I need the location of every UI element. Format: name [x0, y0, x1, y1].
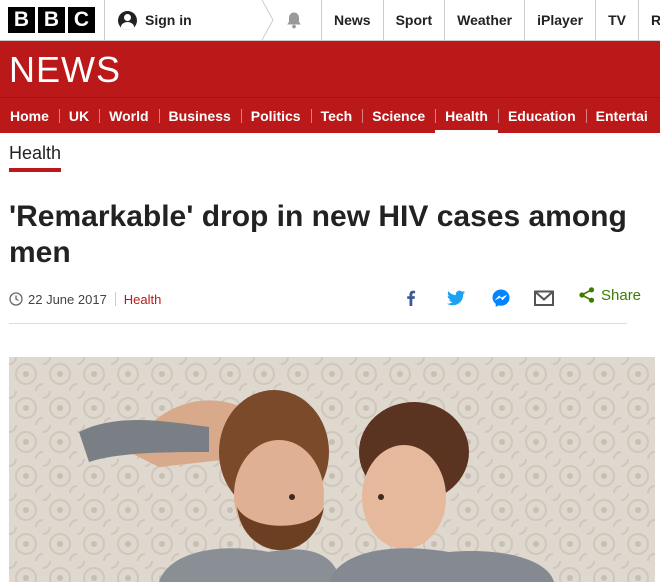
- bbc-logo[interactable]: B B C: [8, 7, 95, 33]
- section-label: Health: [9, 143, 62, 172]
- news-section-nav: Home UK World Business Politics Tech Sci…: [0, 97, 660, 134]
- article-category-link[interactable]: Health: [124, 292, 162, 307]
- meta-divider: [114, 292, 116, 306]
- section-label-text[interactable]: Health: [9, 143, 62, 172]
- logo-letter-c: C: [68, 7, 95, 33]
- nav-item-politics[interactable]: Politics: [240, 98, 311, 134]
- top-link-tv[interactable]: TV: [595, 0, 638, 40]
- nav-item-education[interactable]: Education: [497, 98, 586, 134]
- photo-two-men-on-bed: [9, 357, 655, 582]
- notifications-bell-icon[interactable]: [285, 11, 303, 29]
- article-meta: 22 June 2017 Health: [9, 289, 161, 309]
- logo-letter-b2: B: [38, 7, 65, 33]
- email-icon[interactable]: [533, 287, 555, 309]
- meta-divider-rule: [9, 323, 627, 324]
- nav-item-uk[interactable]: UK: [58, 98, 99, 134]
- messenger-icon[interactable]: [490, 287, 512, 309]
- nav-item-health[interactable]: Health: [435, 98, 498, 134]
- nav-item-tech[interactable]: Tech: [310, 98, 363, 134]
- sign-in-label: Sign in: [145, 12, 192, 28]
- nav-item-business[interactable]: Business: [158, 98, 241, 134]
- article-hero-image: [9, 357, 655, 582]
- news-banner: NEWS: [0, 41, 660, 97]
- user-icon: [118, 10, 137, 30]
- global-header: B B C Sign in News Sport Weather iPlayer…: [0, 0, 660, 41]
- top-link-weather[interactable]: Weather: [444, 0, 524, 40]
- share-icon: [579, 287, 595, 303]
- logo-letter-b1: B: [8, 7, 35, 33]
- clock-icon: [9, 292, 23, 306]
- sign-in-button[interactable]: Sign in: [118, 9, 192, 31]
- twitter-icon[interactable]: [445, 287, 467, 309]
- nav-item-world[interactable]: World: [99, 98, 158, 134]
- facebook-icon[interactable]: [400, 287, 422, 309]
- top-link-radio[interactable]: Rad: [637, 0, 660, 40]
- top-link-news[interactable]: News: [321, 0, 383, 40]
- nav-item-home[interactable]: Home: [0, 98, 59, 134]
- news-wordmark[interactable]: NEWS: [9, 49, 121, 91]
- top-nav-links: News Sport Weather iPlayer TV Rad: [321, 0, 660, 40]
- divider: [104, 0, 105, 40]
- share-button[interactable]: Share: [578, 286, 641, 304]
- top-link-sport[interactable]: Sport: [382, 0, 445, 40]
- divider-chevron: [262, 0, 274, 40]
- nav-item-entertainment[interactable]: Entertai: [585, 98, 658, 134]
- share-label: Share: [601, 286, 642, 304]
- article-headline: 'Remarkable' drop in new HIV cases among…: [9, 200, 627, 269]
- top-link-iplayer[interactable]: iPlayer: [524, 0, 595, 40]
- nav-item-science[interactable]: Science: [362, 98, 435, 134]
- article-date: 22 June 2017: [28, 291, 107, 307]
